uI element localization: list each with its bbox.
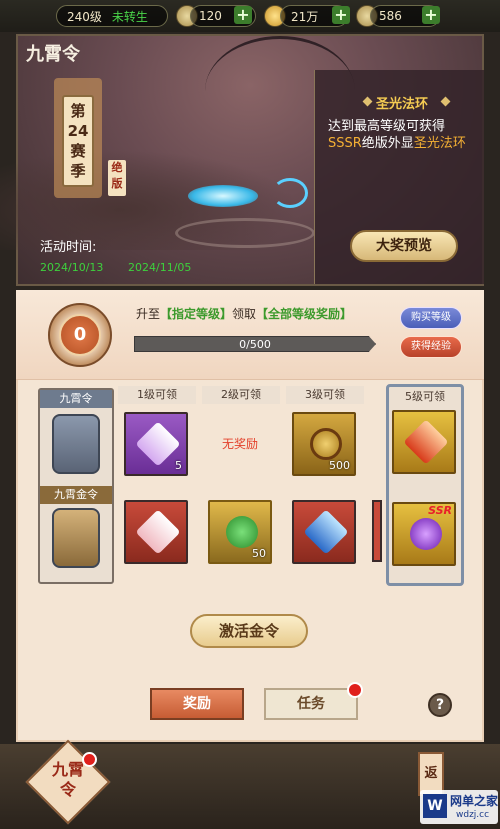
rebirth-status: 未转生 (111, 9, 148, 24)
instruction-text-a: 升至 (136, 307, 161, 321)
item-count: 5 (175, 459, 182, 472)
currency1-value: 120 (199, 9, 222, 23)
item-count: 50 (252, 547, 266, 560)
reward-slot[interactable] (124, 500, 188, 564)
season-line-2: 24 (67, 122, 89, 140)
activate-gold-pass-button[interactable]: 激活金令 (190, 614, 308, 648)
prize-desc-text-a: 达到最高等级可获得 (328, 119, 446, 134)
crystal-item-icon (135, 421, 181, 467)
event-time-label: 活动时间: (40, 240, 97, 255)
exp-progress-bar: 0/500 (134, 336, 376, 352)
free-token-icon (52, 414, 100, 474)
grand-prize-description: 达到最高等级可获得 SSSR绝版外显圣光法环 (328, 118, 476, 152)
spirit-creature-image (188, 185, 258, 207)
add-currency3-button[interactable]: + (422, 6, 440, 24)
grand-prize-title: 圣光法环 (376, 97, 429, 112)
watermark-url: wdzj.cc (456, 810, 490, 820)
instruction-highlight-a: 【指定等级】 (160, 307, 233, 321)
purple-flower-icon (410, 518, 442, 550)
add-currency2-button[interactable]: + (332, 6, 350, 24)
event-title: 九霄令 (26, 44, 80, 65)
red-crystal-icon (403, 419, 449, 465)
column-header: 5级可领 (405, 390, 445, 403)
gold-track-label: 九霄金令 (40, 486, 112, 504)
pink-crystal-icon (135, 509, 181, 555)
exclusive-badge: 绝版 (108, 160, 126, 196)
notification-dot (347, 682, 363, 698)
column-header: 1级可领 (118, 386, 196, 404)
top-status-bar: 240级 未转生 120 + 21万 + 586 + (0, 0, 500, 32)
add-currency1-button[interactable]: + (234, 6, 252, 24)
prize-rarity: SSSR (328, 136, 362, 151)
season-line-3: 赛 (70, 142, 86, 160)
season-line-1: 第 (70, 102, 86, 120)
prize-desc-text-c: 绝版外显 (361, 136, 414, 151)
column-header: 3级可领 (286, 386, 364, 404)
tab-rewards[interactable]: 奖励 (150, 688, 244, 720)
reward-column-level-5-content: 5级可领 SSR (386, 386, 464, 586)
exp-progress-text: 0/500 (239, 338, 271, 351)
reward-column-level-1: 1级可领 5 (118, 386, 196, 586)
no-reward-text: 无奖励 (221, 437, 258, 451)
level-pill: 240级 未转生 (56, 5, 168, 27)
help-button[interactable]: ? (428, 693, 452, 717)
watermark-text: 网单之家 (450, 794, 499, 808)
player-level: 240级 (67, 9, 102, 24)
event-end-date: 2024/11/05 (128, 261, 192, 274)
get-exp-button[interactable]: 获得经验 (400, 336, 462, 358)
reward-slot[interactable] (292, 500, 356, 564)
reward-slot[interactable] (392, 410, 456, 474)
reward-slot[interactable]: 5 (124, 412, 188, 476)
gold-medal-icon (310, 428, 342, 460)
reward-column-level-3: 3级可领 500 (286, 386, 364, 586)
notification-dot (82, 752, 97, 767)
blue-crystal-icon (303, 509, 349, 555)
reward-track-labels: 九霄令 九霄金令 (38, 388, 114, 584)
season-tag: 第 24 赛 季 (62, 95, 94, 187)
item-count: 500 (329, 459, 350, 472)
reward-slot[interactable]: 50 (208, 500, 272, 564)
pedestal-ring (175, 218, 315, 248)
green-potion-icon (226, 516, 258, 548)
buy-level-button[interactable]: 购买等级 (400, 307, 462, 329)
season-line-4: 季 (70, 162, 86, 180)
instruction-highlight-b: 【全部等级奖励】 (256, 307, 353, 321)
currency2-value: 21万 (291, 9, 319, 24)
instruction-text-c: 领取 (232, 307, 257, 321)
tab-tasks[interactable]: 任务 (264, 688, 358, 720)
partial-reward-slot (372, 500, 382, 562)
reward-column-level-2: 2级可领 无奖励 50 (202, 386, 280, 586)
free-track-label: 九霄令 (40, 390, 112, 408)
reward-slot[interactable]: SSR (392, 502, 456, 566)
currency3-value: 586 (379, 9, 402, 23)
level-instruction: 升至【指定等级】领取【全部等级奖励】 (136, 306, 396, 323)
gold-token-icon (52, 508, 100, 568)
event-tab-label: 九霄令 (51, 760, 84, 799)
spirit-swirl-image (272, 178, 308, 208)
ssr-badge: SSR (428, 504, 452, 517)
column-header: 2级可领 (202, 386, 280, 404)
event-start-date: 2024/10/13 (40, 261, 104, 274)
reward-slot[interactable]: 500 (292, 412, 356, 476)
current-level: 0 (59, 314, 101, 356)
watermark-logo: W (423, 794, 447, 818)
prize-preview-button[interactable]: 大奖预览 (350, 230, 458, 262)
prize-name: 圣光法环 (413, 136, 466, 151)
